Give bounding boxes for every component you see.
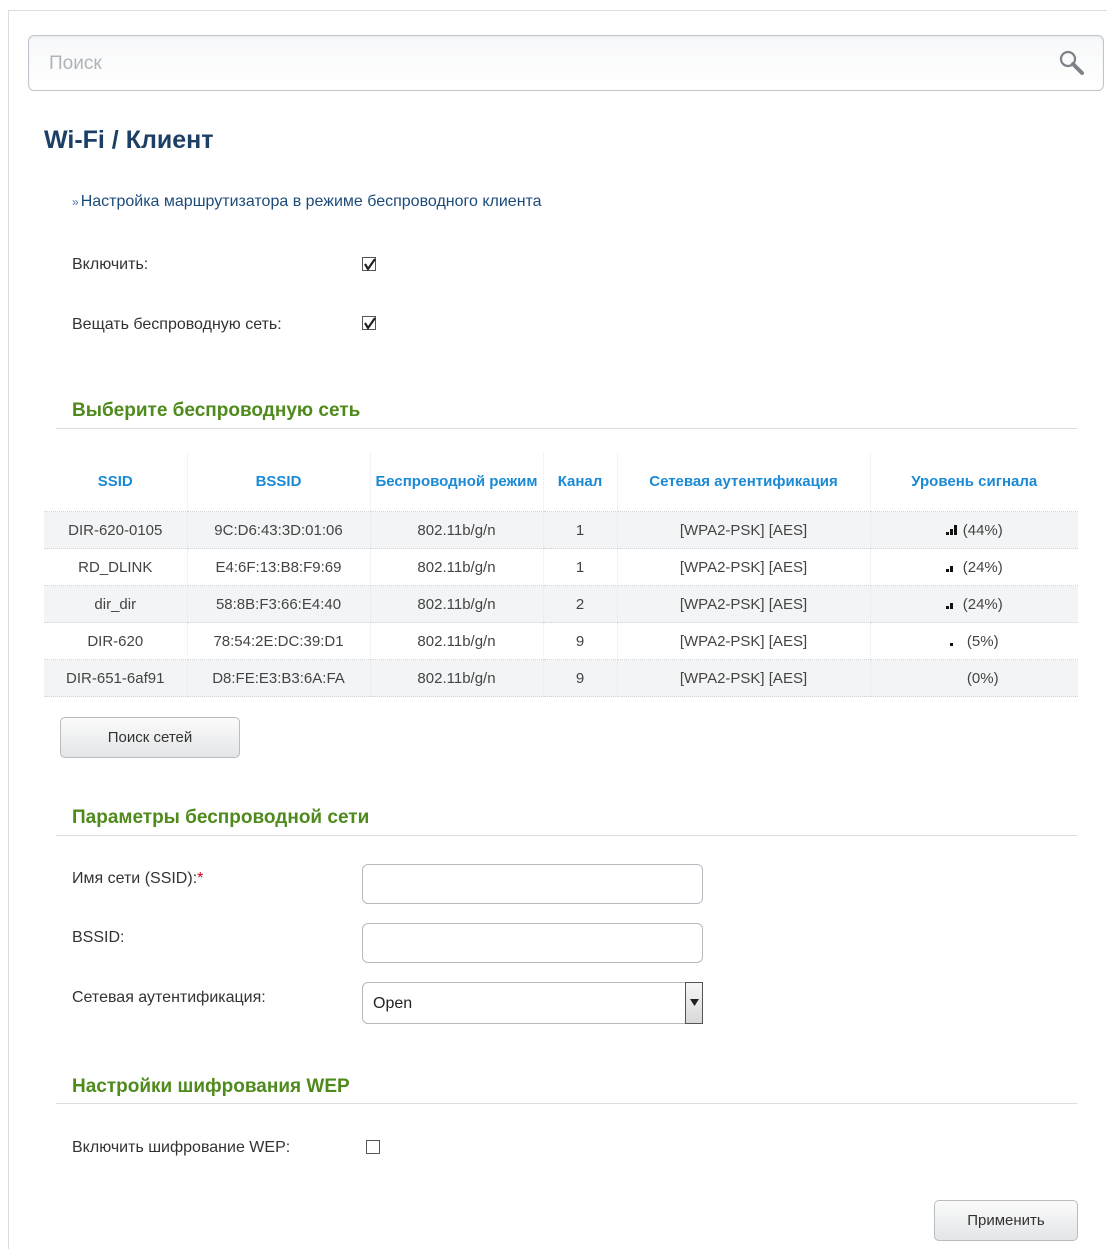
bssid-label: BSSID:: [72, 929, 125, 946]
cell-mode: 802.11b/g/n: [370, 659, 544, 697]
cell-channel: 9: [543, 659, 618, 697]
cell-channel: 9: [543, 622, 618, 660]
search-input[interactable]: [47, 48, 1031, 80]
checkmark-icon: [364, 317, 376, 331]
help-link-text: Настройка маршрутизатора в режиме беспро…: [80, 193, 542, 210]
bssid-input[interactable]: [362, 923, 703, 963]
signal-value: (24%): [962, 595, 1003, 613]
page-title: Wi-Fi / Клиент: [44, 126, 214, 154]
section-title-select-network: Выберите беспроводную сеть: [72, 400, 361, 421]
ssid-input[interactable]: [362, 864, 703, 904]
signal-bars-icon: [949, 642, 953, 646]
table-row[interactable]: DIR-620 78:54:2E:DC:39:D1 802.11b/g/n 9 …: [44, 622, 1078, 660]
search-icon[interactable]: [1057, 48, 1087, 78]
cell-bssid: 58:8B:F3:66:E4:40: [187, 585, 371, 623]
section-title-wep: Настройки шифрования WEP: [72, 1076, 350, 1097]
cell-mode: 802.11b/g/n: [370, 548, 544, 586]
auth-select[interactable]: Open: [362, 982, 703, 1024]
section-title-params: Параметры беспроводной сети: [72, 807, 370, 828]
signal-value: (24%): [962, 558, 1003, 576]
broadcast-label: Вещать беспроводную сеть:: [72, 316, 282, 333]
required-mark: *: [197, 870, 204, 887]
networks-table: SSID BSSID Беспроводной режим Канал Сете…: [44, 453, 1078, 697]
enable-checkbox[interactable]: [362, 257, 376, 272]
cell-ssid: DIR-620-0105: [44, 511, 188, 549]
ssid-label: Имя сети (SSID):*: [72, 870, 203, 888]
frame-border-left: [8, 10, 9, 1249]
frame-border-top: [8, 10, 1107, 11]
wep-enable-checkbox[interactable]: [366, 1140, 380, 1154]
cell-signal: (24%): [870, 548, 1078, 586]
cell-signal: (5%): [870, 622, 1078, 660]
scan-networks-button[interactable]: Поиск сетей: [60, 717, 240, 758]
table-header-row: SSID BSSID Беспроводной режим Канал Сете…: [44, 453, 1078, 512]
section-divider: [56, 1103, 1077, 1104]
signal-bars-icon: [945, 565, 953, 572]
cell-bssid: 9C:D6:43:3D:01:06: [187, 511, 371, 549]
cell-auth: [WPA2-PSK] [AES]: [617, 622, 871, 660]
cell-signal: (44%): [870, 511, 1078, 549]
cell-mode: 802.11b/g/n: [370, 511, 544, 549]
column-header-bssid[interactable]: BSSID: [187, 453, 371, 512]
column-header-mode[interactable]: Беспроводной режим: [370, 453, 544, 512]
checkmark-icon: [364, 258, 376, 272]
column-header-signal[interactable]: Уровень сигнала: [870, 453, 1078, 512]
signal-value: (0%): [966, 669, 999, 687]
table-row[interactable]: DIR-651-6af91 D8:FE:E3:B3:6A:FA 802.11b/…: [44, 659, 1078, 697]
broadcast-checkbox[interactable]: [362, 316, 376, 331]
cell-ssid: RD_DLINK: [44, 548, 188, 586]
search-box[interactable]: [28, 35, 1104, 91]
wep-enable-label: Включить шифрование WEP:: [72, 1139, 291, 1156]
dropdown-arrow[interactable]: [685, 982, 703, 1024]
apply-button[interactable]: Применить: [934, 1200, 1078, 1241]
table-row[interactable]: dir_dir 58:8B:F3:66:E4:40 802.11b/g/n 2 …: [44, 585, 1078, 623]
table-row[interactable]: RD_DLINK E4:6F:13:B8:F9:69 802.11b/g/n 1…: [44, 548, 1078, 586]
chevron-down-icon: [690, 999, 699, 1006]
cell-ssid: DIR-620: [44, 622, 188, 660]
cell-ssid: DIR-651-6af91: [44, 659, 188, 697]
cell-channel: 2: [543, 585, 618, 623]
cell-signal: (24%): [870, 585, 1078, 623]
signal-bars-icon: [945, 602, 953, 609]
auth-select-value: Open: [373, 995, 413, 1012]
cell-auth: [WPA2-PSK] [AES]: [617, 659, 871, 697]
double-chevron-right-icon: »: [72, 195, 79, 209]
column-header-ssid[interactable]: SSID: [44, 453, 188, 512]
cell-bssid: 78:54:2E:DC:39:D1: [187, 622, 371, 660]
auth-label: Сетевая аутентификация:: [72, 989, 266, 1006]
section-divider: [56, 428, 1077, 429]
cell-channel: 1: [543, 548, 618, 586]
column-header-channel[interactable]: Канал: [543, 453, 618, 512]
cell-auth: [WPA2-PSK] [AES]: [617, 511, 871, 549]
signal-value: (44%): [962, 521, 1003, 539]
cell-auth: [WPA2-PSK] [AES]: [617, 548, 871, 586]
cell-bssid: D8:FE:E3:B3:6A:FA: [187, 659, 371, 697]
table-row[interactable]: DIR-620-0105 9C:D6:43:3D:01:06 802.11b/g…: [44, 511, 1078, 549]
cell-channel: 1: [543, 511, 618, 549]
column-header-auth[interactable]: Сетевая аутентификация: [617, 453, 871, 512]
cell-mode: 802.11b/g/n: [370, 622, 544, 660]
cell-mode: 802.11b/g/n: [370, 585, 544, 623]
cell-bssid: E4:6F:13:B8:F9:69: [187, 548, 371, 586]
cell-signal: (0%): [870, 659, 1078, 697]
section-divider: [56, 835, 1077, 836]
enable-label: Включить:: [72, 256, 149, 273]
help-link[interactable]: » Настройка маршрутизатора в режиме беспр…: [72, 193, 542, 211]
cell-auth: [WPA2-PSK] [AES]: [617, 585, 871, 623]
signal-bars-icon: [945, 524, 957, 535]
ssid-label-text: Имя сети (SSID):: [72, 870, 198, 887]
signal-value: (5%): [966, 632, 999, 650]
cell-ssid: dir_dir: [44, 585, 188, 623]
